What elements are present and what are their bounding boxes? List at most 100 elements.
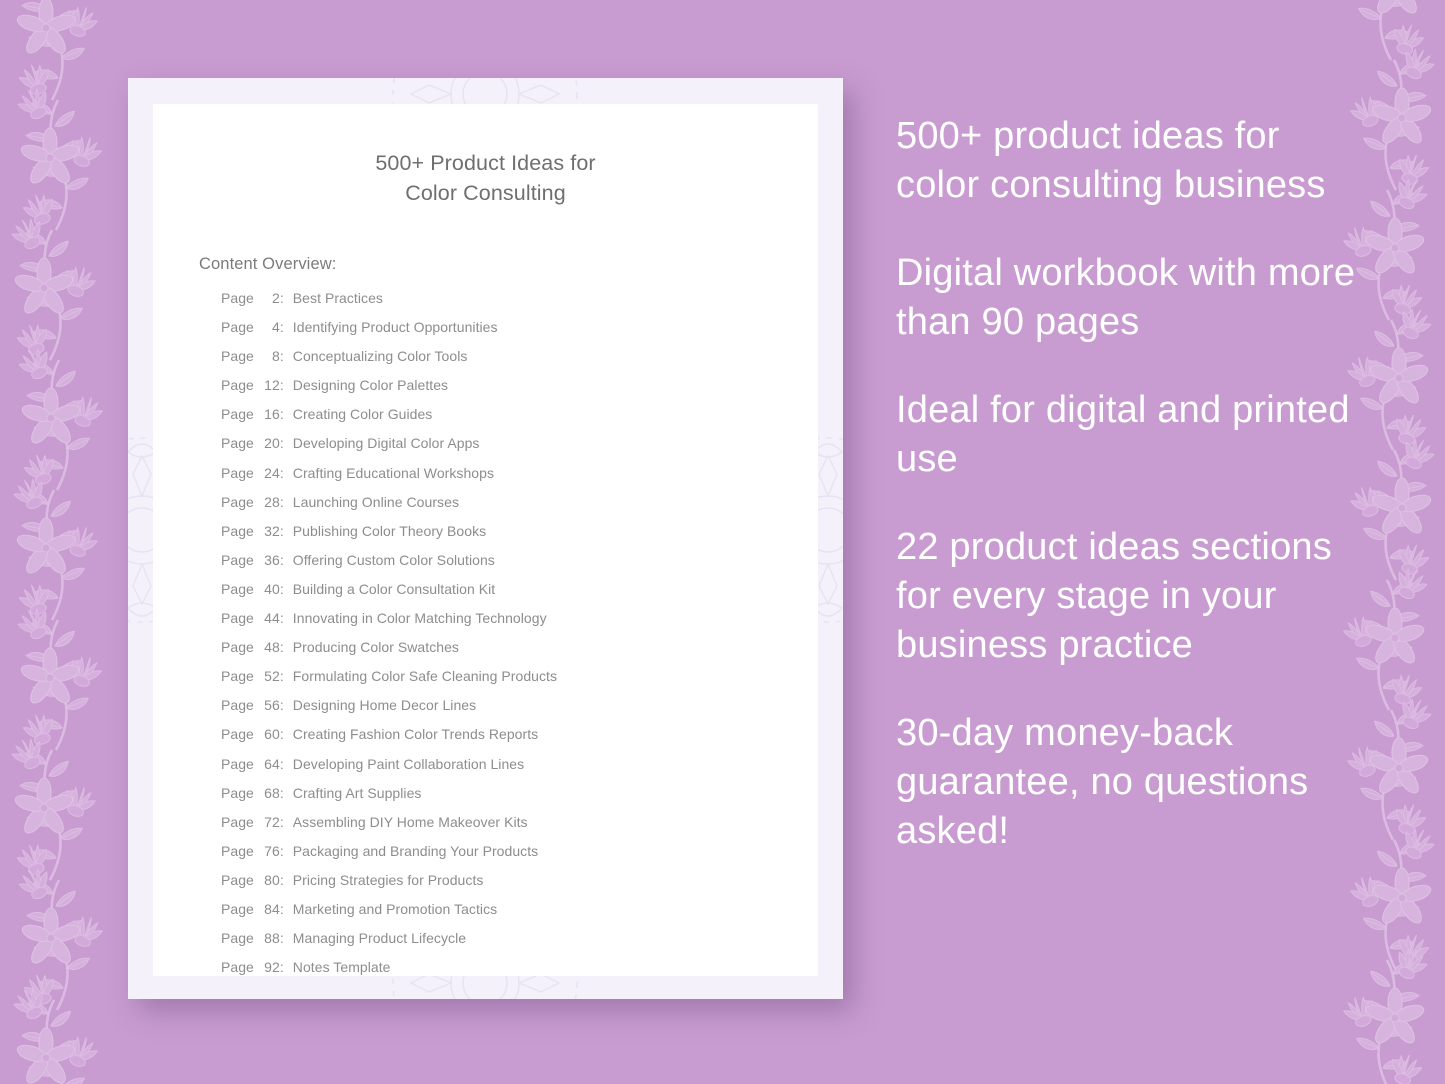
title-line-1: 500+ Product Ideas for: [375, 151, 596, 175]
toc-entry-title: Packaging and Branding Your Products: [292, 842, 539, 859]
marketing-copy-block: Digital workbook with more than 90 pages: [896, 252, 1356, 343]
toc-entry-title: Developing Digital Color Apps: [292, 435, 480, 452]
toc-page-number: 48: [264, 639, 280, 656]
toc-entry-title: Identifying Product Opportunities: [292, 319, 498, 336]
toc-page-word: Page: [221, 842, 258, 859]
toc-item[interactable]: Page 32: Publishing Color Theory Books: [221, 523, 818, 552]
toc-item[interactable]: Page 60: Creating Fashion Color Trends Re…: [221, 726, 818, 755]
toc-item[interactable]: Page 84: Marketing and Promotion Tactics: [221, 901, 818, 930]
toc-colon: :: [279, 697, 284, 714]
toc-entry-title: Conceptualizing Color Tools: [292, 348, 468, 365]
toc-item[interactable]: Page 40: Building a Color Consultation Ki…: [221, 581, 818, 610]
toc-page-number: 88: [264, 930, 280, 947]
toc-colon: :: [279, 871, 284, 888]
toc-colon: :: [279, 900, 284, 917]
toc-page-word: Page: [221, 930, 258, 947]
toc-page-number: 60: [264, 726, 280, 743]
toc-colon: :: [279, 959, 284, 976]
toc-colon: :: [279, 464, 284, 481]
toc-item[interactable]: Page 72: Assembling DIY Home Makeover Kit…: [221, 814, 818, 843]
toc-page-number: 68: [264, 784, 280, 801]
toc-page-word: Page: [221, 522, 258, 539]
toc-colon: :: [279, 435, 284, 452]
toc-item[interactable]: Page 56: Designing Home Decor Lines: [221, 697, 818, 726]
toc-colon: :: [279, 493, 284, 510]
toc-page-number: 28: [264, 493, 280, 510]
toc-page-number: 92: [264, 959, 280, 976]
toc-entry-title: Crafting Art Supplies: [292, 784, 422, 801]
marketing-copy-block: 500+ product ideas for color consulting …: [896, 115, 1326, 206]
toc-item[interactable]: Page 52: Formulating Color Safe Cleaning …: [221, 668, 818, 697]
toc-page-word: Page: [221, 959, 258, 976]
toc-item[interactable]: Page 12: Designing Color Palettes: [221, 377, 818, 406]
toc-page-word: Page: [221, 610, 258, 627]
toc-page-word: Page: [221, 697, 258, 714]
toc-item[interactable]: Page 8: Conceptualizing Color Tools: [221, 348, 818, 377]
toc-colon: :: [279, 610, 284, 627]
toc-colon: :: [279, 930, 284, 947]
toc-page-number: 4: [272, 319, 280, 336]
toc-entry-title: Creating Fashion Color Trends Reports: [292, 726, 539, 743]
toc-entry-title: Building a Color Consultation Kit: [292, 580, 496, 597]
toc-page-word: Page: [221, 290, 258, 306]
toc-entry-title: Assembling DIY Home Makeover Kits: [292, 813, 528, 830]
marketing-copy-block: 30-day money-back guarantee, no question…: [896, 712, 1309, 852]
toc-page-number: 80: [264, 871, 280, 888]
toc-item[interactable]: Page 68: Crafting Art Supplies: [221, 785, 818, 814]
toc-item[interactable]: Page 92: Notes Template: [221, 959, 818, 976]
toc-entry-title: Innovating in Color Matching Technology: [292, 610, 547, 627]
toc-page-word: Page: [221, 784, 258, 801]
toc-entry-title: Best Practices: [292, 290, 383, 306]
toc-item[interactable]: Page 44: Innovating in Color Matching Tec…: [221, 610, 818, 639]
toc-item[interactable]: Page 88: Managing Product Lifecycle: [221, 930, 818, 959]
toc-page-word: Page: [221, 406, 258, 423]
toc-entry-title: Offering Custom Color Solutions: [292, 551, 495, 568]
toc-colon: :: [279, 639, 284, 656]
toc-page-number: 16: [264, 406, 280, 423]
toc-colon: :: [279, 668, 284, 685]
toc-colon: :: [279, 813, 284, 830]
toc-page-word: Page: [221, 871, 258, 888]
toc-colon: :: [279, 755, 284, 772]
toc-page-number: 12: [264, 377, 280, 394]
toc-page-word: Page: [221, 377, 258, 394]
toc-page-number: 72: [264, 813, 280, 830]
toc-item[interactable]: Page 28: Launching Online Courses: [221, 494, 818, 523]
toc-colon: :: [279, 842, 284, 859]
toc-page-word: Page: [221, 464, 258, 481]
toc-page-number: 56: [264, 697, 280, 714]
toc-page-word: Page: [221, 668, 258, 685]
toc-page-number: 36: [264, 551, 280, 568]
toc-colon: :: [279, 522, 284, 539]
page-title: 500+ Product Ideas for Color Consulting: [153, 148, 818, 208]
toc-item[interactable]: Page 80: Pricing Strategies for Products: [221, 872, 818, 901]
toc-item[interactable]: Page 36: Offering Custom Color Solutions: [221, 552, 818, 581]
toc-colon: :: [279, 406, 284, 423]
toc-item[interactable]: Page 76: Packaging and Branding Your Prod…: [221, 843, 818, 872]
marketing-copy-panel: 500+ product ideas for color consulting …: [896, 112, 1356, 856]
toc-item[interactable]: Page 2: Best Practices: [221, 290, 818, 319]
toc-page-number: 44: [264, 610, 280, 627]
toc-item[interactable]: Page 16: Creating Color Guides: [221, 406, 818, 435]
toc-colon: :: [279, 319, 284, 336]
toc-colon: :: [279, 290, 284, 306]
toc-item[interactable]: Page 20: Developing Digital Color Apps: [221, 435, 818, 464]
title-line-2: Color Consulting: [405, 181, 566, 205]
toc-entry-title: Formulating Color Safe Cleaning Products: [292, 668, 558, 685]
toc-page-number: 76: [264, 842, 280, 859]
toc-page-number: 20: [264, 435, 280, 452]
toc-colon: :: [279, 551, 284, 568]
toc-item[interactable]: Page 4: Identifying Product Opportunities: [221, 319, 818, 348]
toc-entry-title: Managing Product Lifecycle: [292, 930, 467, 947]
toc-page-number: 64: [264, 755, 280, 772]
toc-entry-title: Pricing Strategies for Products: [292, 871, 484, 888]
toc-colon: :: [279, 726, 284, 743]
toc-entry-title: Developing Paint Collaboration Lines: [292, 755, 525, 772]
document-preview-card: 500+ Product Ideas for Color Consulting …: [128, 78, 843, 999]
toc-page-word: Page: [221, 639, 258, 656]
toc-entry-title: Marketing and Promotion Tactics: [292, 900, 498, 917]
toc-page-word: Page: [221, 726, 258, 743]
toc-item[interactable]: Page 48: Producing Color Swatches: [221, 639, 818, 668]
toc-item[interactable]: Page 64: Developing Paint Collaboration L…: [221, 756, 818, 785]
toc-item[interactable]: Page 24: Crafting Educational Workshops: [221, 465, 818, 494]
